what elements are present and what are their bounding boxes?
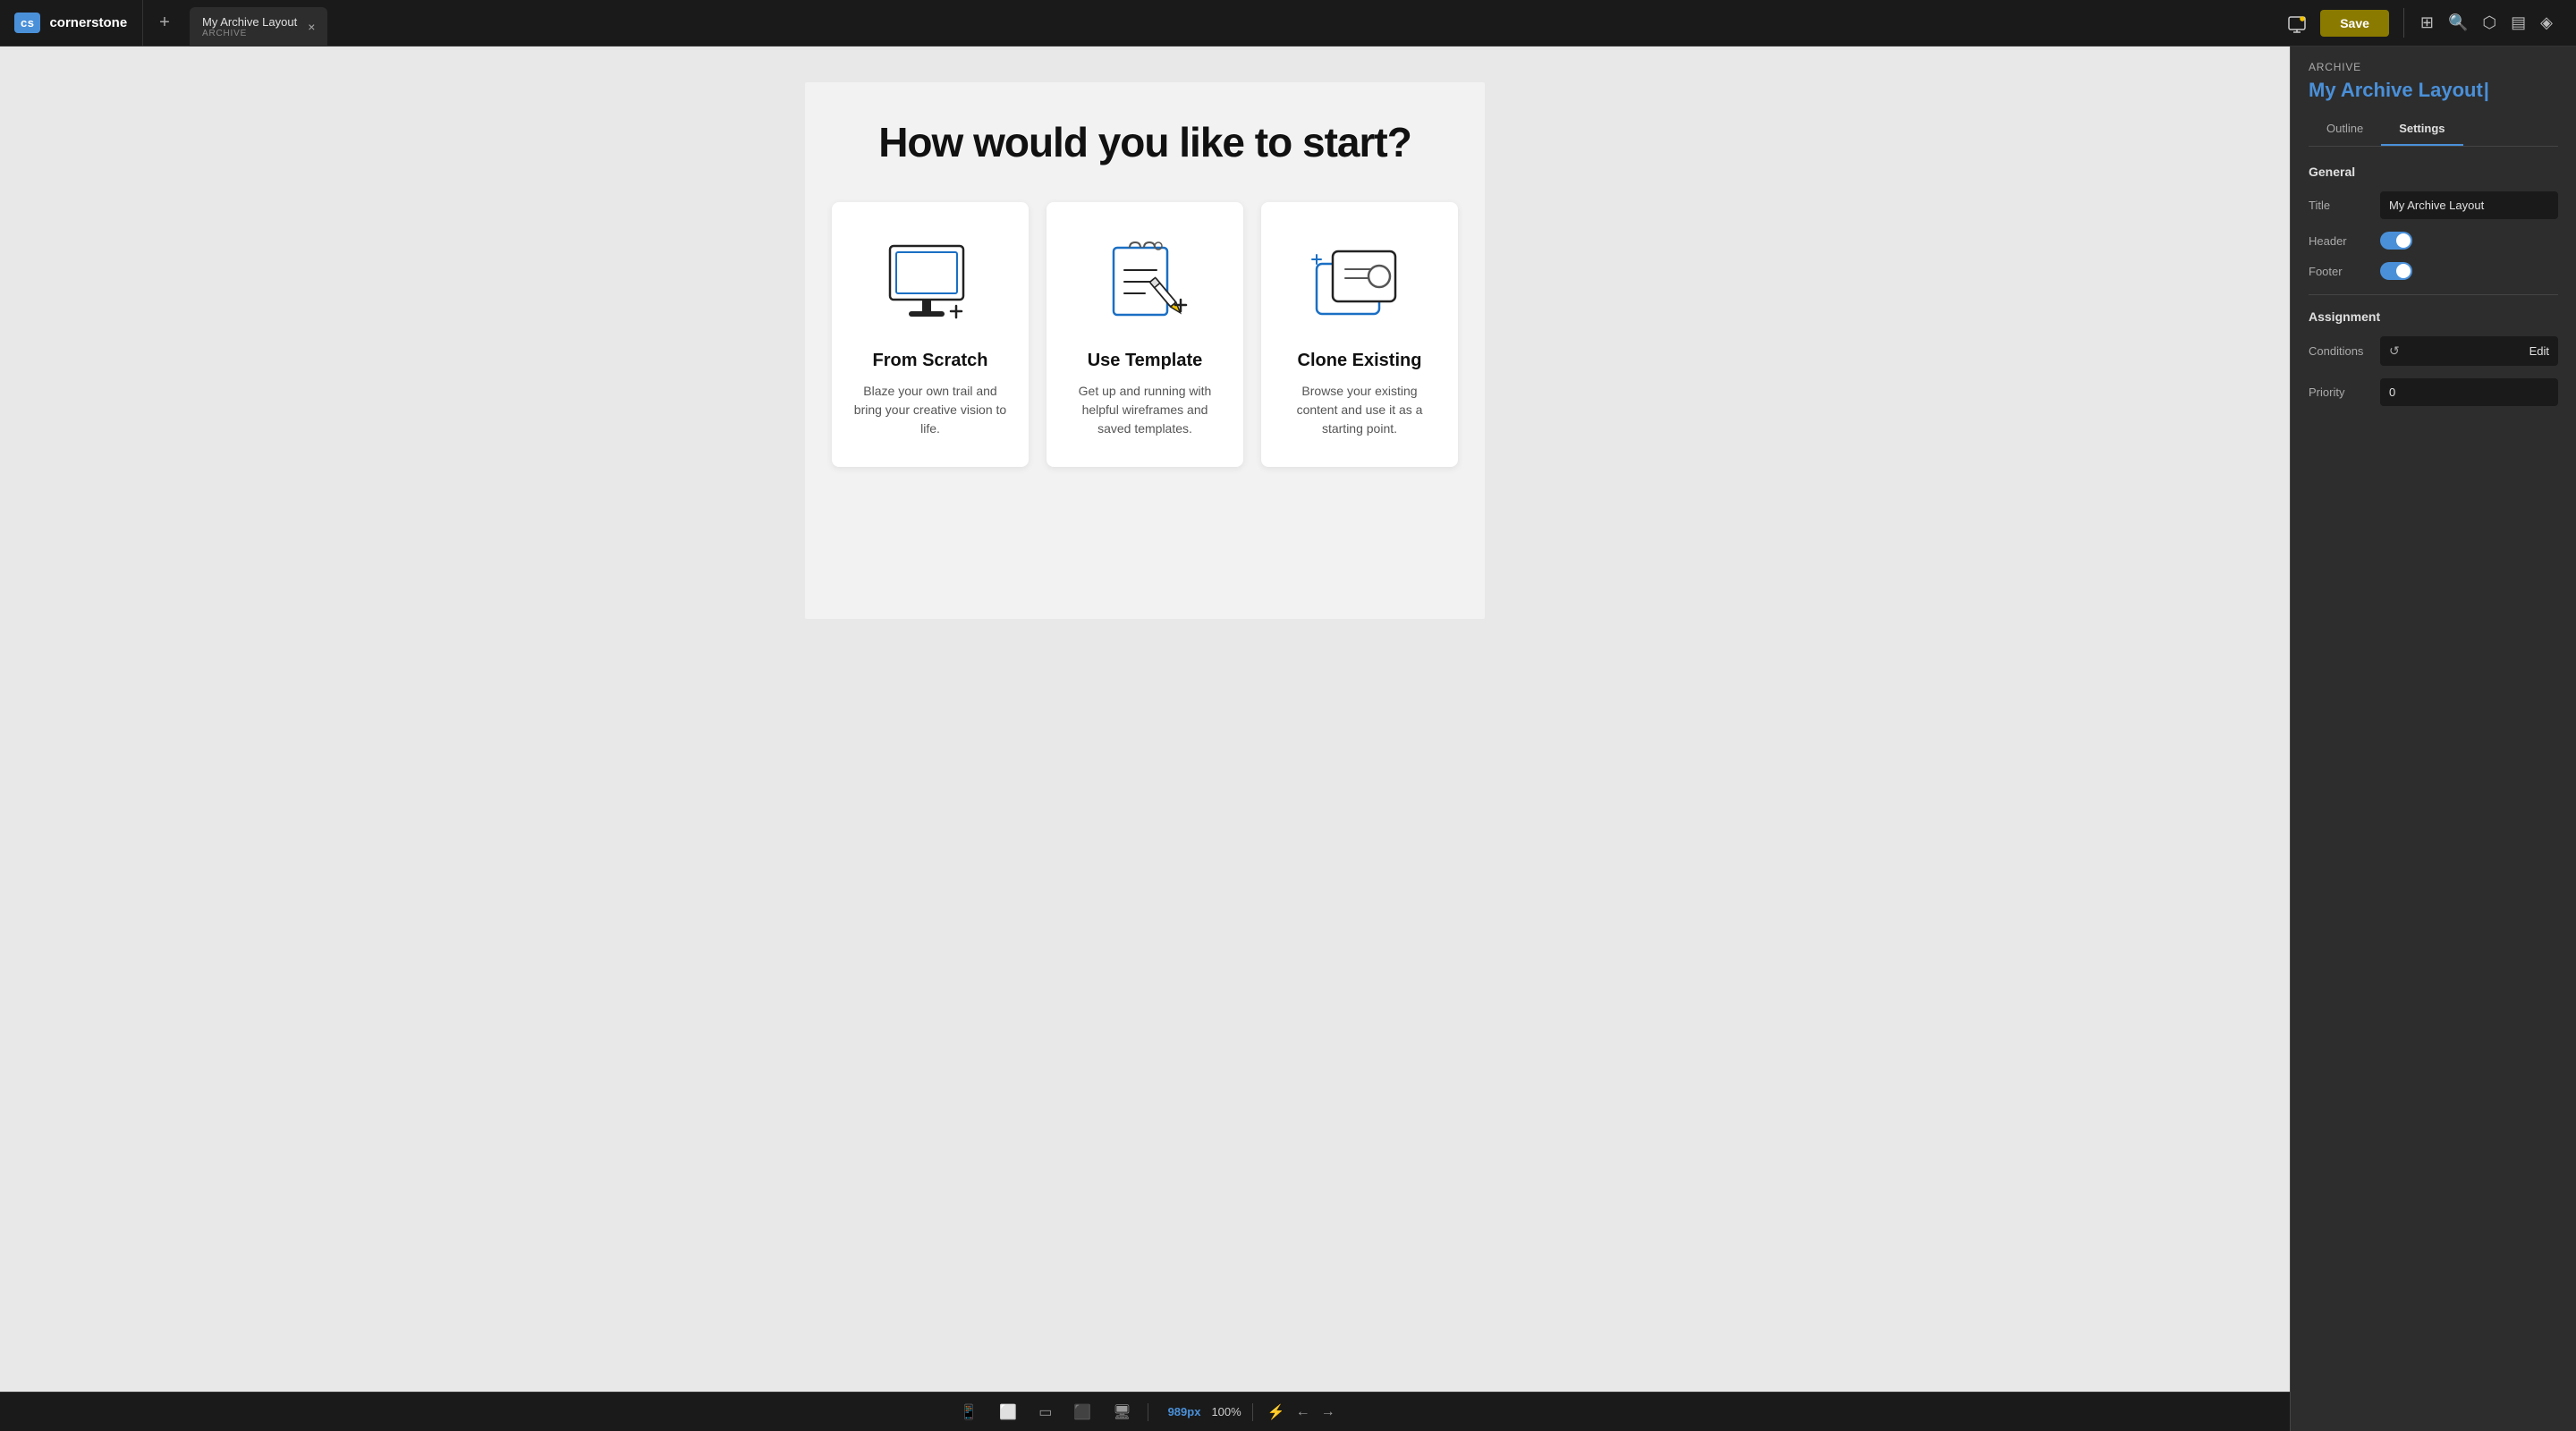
clone-existing-title: Clone Existing bbox=[1298, 351, 1422, 371]
use-template-desc: Get up and running with helpful wirefram… bbox=[1068, 382, 1222, 438]
tab-settings[interactable]: Settings bbox=[2381, 113, 2462, 146]
panel-separator bbox=[2309, 294, 2558, 295]
panel-layout-title[interactable]: My Archive Layout bbox=[2309, 79, 2558, 102]
mobile-view-icon[interactable]: 📱 bbox=[954, 1400, 983, 1425]
from-scratch-desc: Blaze your own trail and bring your crea… bbox=[853, 382, 1007, 438]
priority-input[interactable] bbox=[2380, 378, 2558, 406]
zoom-level-display: 100% bbox=[1211, 1405, 1241, 1418]
tab-subtitle: ARCHIVE bbox=[202, 29, 297, 38]
canvas-area: How would you like to start? bbox=[0, 47, 2290, 1431]
box-icon[interactable]: ⬡ bbox=[2477, 8, 2502, 38]
panel-header: Archive My Archive Layout Outline Settin… bbox=[2291, 47, 2576, 150]
right-panel: Archive My Archive Layout Outline Settin… bbox=[2290, 47, 2576, 1431]
layers-icon[interactable]: ▤ bbox=[2505, 8, 2531, 38]
page-heading: How would you like to start? bbox=[832, 118, 1458, 166]
cards-grid: From Scratch Blaze your own trail and br… bbox=[832, 202, 1458, 467]
header-toggle-knob bbox=[2396, 233, 2411, 248]
assignment-section-title: Assignment bbox=[2309, 309, 2558, 324]
undo-button[interactable]: ← bbox=[1296, 1404, 1310, 1420]
panel-tabs: Outline Settings bbox=[2309, 113, 2558, 147]
bottom-bar: 📱 ⬜ ▭ ⬛ 🖥 989px 100% ⚡ ← → bbox=[0, 1392, 2290, 1431]
logo-icon: cs bbox=[14, 13, 40, 33]
redo-button[interactable]: → bbox=[1321, 1404, 1335, 1420]
tab-content: My Archive Layout ARCHIVE bbox=[202, 15, 297, 38]
tablet-landscape-icon[interactable]: ▭ bbox=[1033, 1400, 1057, 1425]
use-template-icon bbox=[1087, 234, 1203, 333]
right-toolbar: ⊞ 🔍 ⬡ ▤ ◈ bbox=[2403, 8, 2569, 38]
bottom-divider-2 bbox=[1252, 1403, 1253, 1421]
top-bar-right: Save ⊞ 🔍 ⬡ ▤ ◈ bbox=[2281, 7, 2576, 39]
desktop-custom-icon[interactable]: ⬛ bbox=[1068, 1400, 1097, 1425]
shapes-icon[interactable]: ◈ bbox=[2535, 8, 2558, 38]
conditions-refresh-icon: ↺ bbox=[2389, 343, 2400, 359]
logo-area: cs cornerstone bbox=[0, 0, 143, 46]
conditions-row: Conditions ↺ Edit bbox=[2309, 336, 2558, 366]
priority-row: Priority bbox=[2309, 378, 2558, 406]
clone-existing-icon bbox=[1301, 234, 1418, 333]
conditions-edit-text: Edit bbox=[2529, 344, 2549, 358]
header-label: Header bbox=[2309, 234, 2380, 248]
general-section-title: General bbox=[2309, 165, 2558, 179]
main-layout: How would you like to start? bbox=[0, 47, 2576, 1431]
footer-row: Footer bbox=[2309, 262, 2558, 280]
tablet-view-icon[interactable]: ⬜ bbox=[994, 1400, 1022, 1425]
archive-tab[interactable]: My Archive Layout ARCHIVE × bbox=[190, 7, 327, 47]
tab-close-button[interactable]: × bbox=[308, 20, 315, 34]
from-scratch-icon bbox=[872, 234, 988, 333]
conditions-label: Conditions bbox=[2309, 344, 2380, 358]
tab-title: My Archive Layout bbox=[202, 15, 297, 29]
header-toggle[interactable] bbox=[2380, 232, 2412, 250]
title-label: Title bbox=[2309, 199, 2380, 212]
panel-section-label: Archive bbox=[2309, 61, 2558, 73]
conditions-button[interactable]: ↺ Edit bbox=[2380, 336, 2558, 366]
use-template-card[interactable]: Use Template Get up and running with hel… bbox=[1046, 202, 1243, 467]
top-bar: cs cornerstone + My Archive Layout ARCHI… bbox=[0, 0, 2576, 47]
header-row: Header bbox=[2309, 232, 2558, 250]
add-tab-button[interactable]: + bbox=[150, 9, 179, 38]
clone-existing-card[interactable]: Clone Existing Browse your existing cont… bbox=[1261, 202, 1458, 467]
bottom-action-icon[interactable]: ⚡ bbox=[1267, 1403, 1285, 1421]
canvas-width-display: 989px bbox=[1168, 1405, 1201, 1418]
priority-label: Priority bbox=[2309, 385, 2380, 399]
brand-name: cornerstone bbox=[49, 15, 127, 30]
use-template-title: Use Template bbox=[1088, 351, 1203, 371]
canvas-content: How would you like to start? bbox=[0, 47, 2290, 1392]
desktop-view-icon[interactable]: 🖥 bbox=[1107, 1400, 1136, 1425]
search-icon[interactable]: 🔍 bbox=[2443, 8, 2473, 38]
clone-existing-desc: Browse your existing content and use it … bbox=[1283, 382, 1436, 438]
viewport-icon[interactable] bbox=[2281, 7, 2313, 39]
title-input[interactable] bbox=[2380, 191, 2558, 219]
footer-label: Footer bbox=[2309, 265, 2380, 278]
footer-toggle-knob bbox=[2396, 264, 2411, 278]
from-scratch-title: From Scratch bbox=[873, 351, 988, 371]
panel-body: General Title Header Footer Assignment bbox=[2291, 150, 2576, 1431]
grid-icon[interactable]: ⊞ bbox=[2415, 8, 2439, 38]
from-scratch-card[interactable]: From Scratch Blaze your own trail and br… bbox=[832, 202, 1029, 467]
page-container: How would you like to start? bbox=[805, 82, 1485, 619]
footer-toggle[interactable] bbox=[2380, 262, 2412, 280]
save-button[interactable]: Save bbox=[2320, 10, 2389, 37]
tab-outline[interactable]: Outline bbox=[2309, 113, 2381, 146]
title-row: Title bbox=[2309, 191, 2558, 219]
